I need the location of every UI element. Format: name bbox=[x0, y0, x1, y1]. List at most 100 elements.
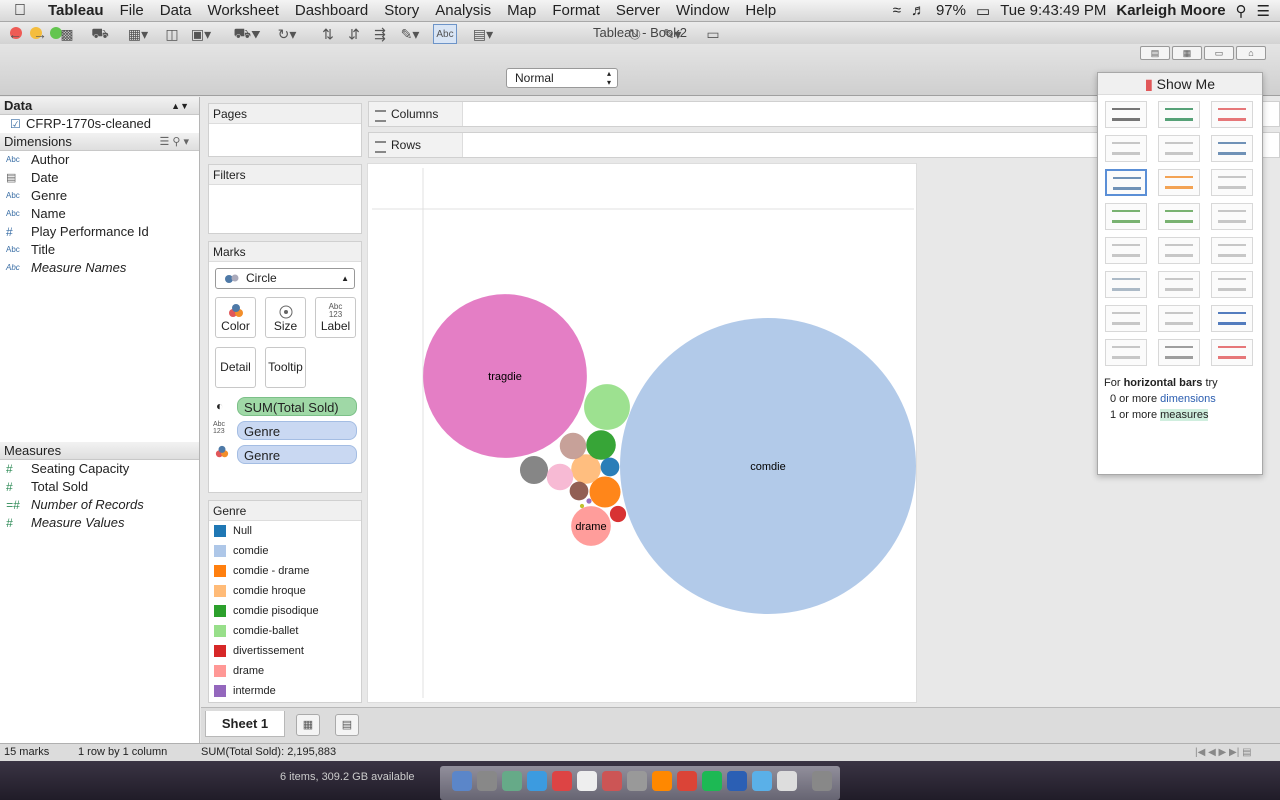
sort-descending-icon[interactable]: ⇶ bbox=[369, 24, 391, 44]
menu-analysis[interactable]: Analysis bbox=[427, 2, 499, 19]
swap-icon[interactable]: ⇅ bbox=[317, 24, 339, 44]
finder-icon[interactable] bbox=[452, 771, 472, 791]
start-page-icon[interactable]: ⌂ bbox=[1236, 46, 1266, 60]
size-pill[interactable]: SUM(Total Sold) bbox=[237, 397, 357, 416]
bubble-chart[interactable]: comdie tragdie drame bbox=[367, 163, 917, 703]
forward-icon[interactable]: → bbox=[29, 24, 51, 44]
size-button[interactable]: Size bbox=[265, 297, 306, 338]
clock[interactable]: Tue 9:43:49 PM bbox=[1000, 2, 1106, 19]
chrome-icon[interactable] bbox=[677, 771, 697, 791]
legend-item[interactable]: comdie hroque bbox=[209, 581, 361, 601]
user-name[interactable]: Karleigh Moore bbox=[1116, 2, 1225, 19]
volume-icon[interactable]: ♬ bbox=[911, 2, 926, 19]
pie-chart-icon[interactable] bbox=[1211, 135, 1253, 162]
text-table-icon[interactable] bbox=[1105, 101, 1147, 128]
bubble-mark[interactable] bbox=[600, 457, 620, 477]
color-button[interactable]: Color bbox=[215, 297, 256, 338]
legend-item[interactable]: comdie - drame bbox=[209, 561, 361, 581]
area-discrete-icon[interactable] bbox=[1158, 271, 1200, 298]
bubble-mark[interactable] bbox=[559, 432, 587, 460]
battery-icon[interactable]: ▭ bbox=[976, 2, 990, 20]
menu-file[interactable]: File bbox=[112, 2, 152, 19]
filled-map-icon[interactable] bbox=[1158, 135, 1200, 162]
highlight-table-icon[interactable] bbox=[1211, 101, 1253, 128]
scatter-plot-icon[interactable] bbox=[1105, 305, 1147, 332]
new-worksheet-tab-icon[interactable]: ▦ bbox=[296, 714, 320, 736]
gantt-icon[interactable] bbox=[1105, 339, 1147, 366]
tooltip-button[interactable]: Tooltip bbox=[265, 347, 306, 388]
circle-views-icon[interactable] bbox=[1158, 203, 1200, 230]
format-icon[interactable]: ✎▾ bbox=[657, 24, 687, 44]
launchpad-icon[interactable] bbox=[477, 771, 497, 791]
calendar-icon[interactable] bbox=[577, 771, 597, 791]
pages-shelf[interactable]: Pages bbox=[208, 103, 362, 157]
vlc-icon[interactable] bbox=[652, 771, 672, 791]
side-by-side-bars-icon[interactable] bbox=[1211, 169, 1253, 196]
label-pill[interactable]: Genre bbox=[237, 421, 357, 440]
refresh-icon[interactable]: ↻▾ bbox=[272, 24, 302, 44]
dimensions-tools-icon[interactable]: ☰ ⚲ ▾ bbox=[159, 133, 189, 151]
continuous-lines-icon[interactable] bbox=[1105, 237, 1147, 264]
legend-item[interactable]: comdie bbox=[209, 541, 361, 561]
dimension-field[interactable]: Abc Name bbox=[0, 205, 199, 223]
mail-icon[interactable] bbox=[552, 771, 572, 791]
bubble-mark[interactable] bbox=[586, 430, 616, 460]
photos-icon[interactable] bbox=[627, 771, 647, 791]
bubble-mark[interactable] bbox=[586, 498, 592, 504]
menu-story[interactable]: Story bbox=[376, 2, 427, 19]
area-continuous-icon[interactable] bbox=[1105, 271, 1147, 298]
datasource-item[interactable]: ☑ CFRP-1770s-cleaned bbox=[0, 115, 199, 133]
bubble-mark[interactable] bbox=[609, 505, 627, 523]
photo-icon[interactable] bbox=[502, 771, 522, 791]
menu-map[interactable]: Map bbox=[499, 2, 544, 19]
fix-axes-icon[interactable]: ⎋ bbox=[624, 24, 646, 44]
menu-window[interactable]: Window bbox=[668, 2, 737, 19]
packed-bubbles-icon[interactable] bbox=[1211, 339, 1253, 366]
preview-icon[interactable] bbox=[602, 771, 622, 791]
tableau-icon[interactable] bbox=[777, 771, 797, 791]
bubble-mark[interactable] bbox=[519, 455, 549, 485]
sort-ascending-icon[interactable]: ⇵ bbox=[343, 24, 365, 44]
menu-tableau[interactable]: Tableau bbox=[40, 2, 112, 19]
label-button[interactable]: Abc 123 Label bbox=[315, 297, 356, 338]
measure-field[interactable]: # Seating Capacity bbox=[0, 460, 199, 478]
spotlight-icon[interactable]: ⚲ bbox=[1236, 2, 1247, 20]
new-datasource-icon[interactable]: ⛟ bbox=[89, 24, 111, 44]
dimension-field[interactable]: Abc Title bbox=[0, 241, 199, 259]
show-me-header[interactable]: ▮ Show Me bbox=[1098, 73, 1262, 95]
legend-item[interactable]: comdie-ballet bbox=[209, 621, 361, 641]
presentation-mode-icon[interactable]: ▭ bbox=[702, 24, 724, 44]
measure-field[interactable]: =# Number of Records bbox=[0, 496, 199, 514]
dimension-field[interactable]: Abc Measure Names bbox=[0, 259, 199, 277]
word-icon[interactable] bbox=[727, 771, 747, 791]
legend-item[interactable]: intermde bbox=[209, 681, 361, 701]
menu-help[interactable]: Help bbox=[737, 2, 784, 19]
symbol-map-icon[interactable] bbox=[1105, 135, 1147, 162]
discrete-lines-icon[interactable] bbox=[1158, 237, 1200, 264]
bullet-graph-icon[interactable] bbox=[1158, 339, 1200, 366]
bubble-mark[interactable] bbox=[579, 503, 585, 509]
filters-shelf[interactable]: Filters bbox=[208, 164, 362, 234]
sheet-sorter-icon[interactable]: ▤ bbox=[1140, 46, 1170, 60]
dual-lines-icon[interactable] bbox=[1211, 237, 1253, 264]
highlight-icon[interactable]: ✎▾ bbox=[395, 24, 425, 44]
apple-icon[interactable]:  bbox=[0, 2, 40, 20]
spotify-icon[interactable] bbox=[702, 771, 722, 791]
mark-type-select[interactable]: Circle ▲ bbox=[215, 268, 355, 289]
battery-percent[interactable]: 97% bbox=[936, 2, 966, 19]
bubble-mark[interactable] bbox=[546, 463, 574, 491]
menu-dashboard[interactable]: Dashboard bbox=[287, 2, 376, 19]
side-by-side-circles-icon[interactable] bbox=[1211, 203, 1253, 230]
stacked-bars-icon[interactable] bbox=[1158, 169, 1200, 196]
dimension-field[interactable]: ▤ Date bbox=[0, 169, 199, 187]
treemap-icon[interactable] bbox=[1105, 203, 1147, 230]
pane-menu-icon[interactable]: ▲▼ bbox=[171, 97, 189, 115]
view-size-select[interactable]: Normal bbox=[506, 68, 618, 88]
dimension-field[interactable]: Abc Author bbox=[0, 151, 199, 169]
new-worksheet-icon[interactable]: ▦▾ bbox=[123, 24, 153, 44]
itunes-icon[interactable] bbox=[752, 771, 772, 791]
trash-icon[interactable] bbox=[812, 771, 832, 791]
filmstrip-icon[interactable]: ▦ bbox=[1172, 46, 1202, 60]
sheet-tab[interactable]: Sheet 1 bbox=[205, 711, 285, 737]
pause-updates-icon[interactable]: ⛟▾ bbox=[232, 24, 262, 44]
